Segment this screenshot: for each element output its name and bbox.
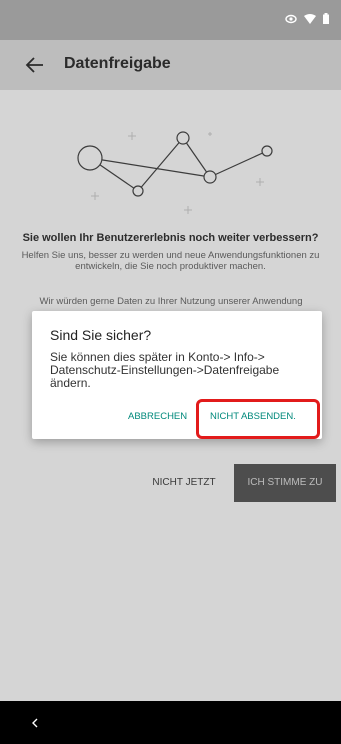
consent-headline: Sie wollen Ihr Benutzererlebnis noch wei…	[22, 232, 319, 244]
cancel-button[interactable]: ABBRECHEN	[128, 411, 187, 422]
chevron-left-icon	[32, 718, 38, 728]
battery-icon	[323, 13, 329, 24]
agree-button[interactable]: ICH STIMME ZU	[234, 464, 336, 502]
dialog-message: Sie können dies später in Konto-> Info->…	[50, 350, 280, 390]
nav-back-button[interactable]	[28, 716, 42, 730]
wifi-icon	[304, 13, 316, 24]
do-not-send-button[interactable]: NICHT ABSENDEN.	[210, 411, 296, 422]
navigation-bar	[0, 701, 341, 744]
status-icons	[285, 13, 329, 24]
eye-icon	[285, 14, 297, 24]
app-bar: Datenfreigabe	[0, 40, 341, 90]
arrow-left-icon	[25, 57, 43, 73]
confirm-dialog: Sind Sie sicher? Sie können dies später …	[32, 311, 322, 439]
status-bar	[0, 0, 341, 40]
consent-body: Wir würden gerne Daten zu Ihrer Nutzung …	[39, 296, 303, 307]
not-now-button[interactable]: NICHT JETZT	[142, 468, 226, 498]
network-illustration	[77, 131, 273, 214]
page-title: Datenfreigabe	[64, 55, 171, 72]
dialog-title: Sind Sie sicher?	[50, 327, 152, 343]
back-button[interactable]	[24, 54, 46, 76]
consent-intro: Helfen Sie uns, besser zu werden und neu…	[21, 250, 320, 272]
